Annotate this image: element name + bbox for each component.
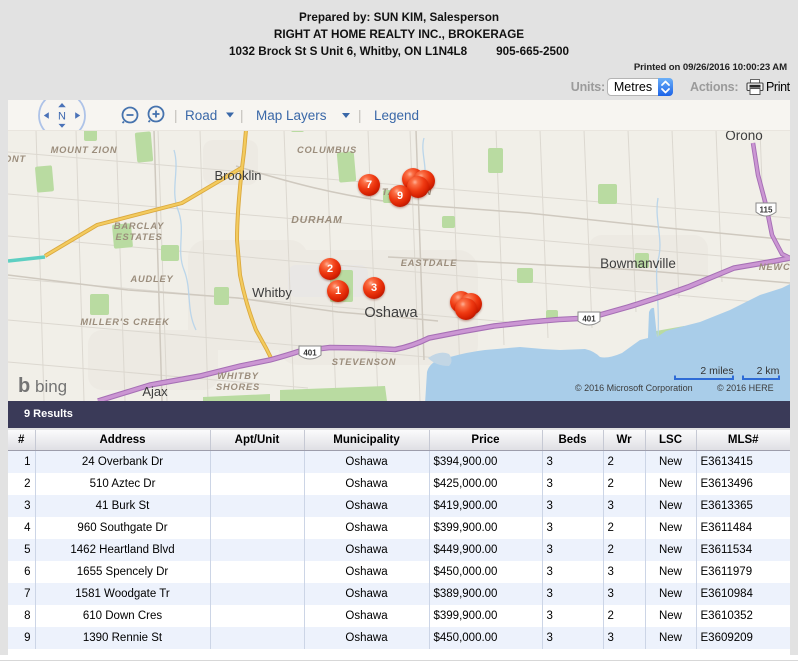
svg-text:115: 115 bbox=[760, 206, 773, 215]
svg-text:ONT: ONT bbox=[8, 154, 27, 164]
svg-text:COLUMBUS: COLUMBUS bbox=[297, 145, 357, 155]
svg-text:© 2016 HERE: © 2016 HERE bbox=[717, 383, 774, 393]
svg-text:Oshawa: Oshawa bbox=[364, 305, 418, 321]
svg-text:WHITBY: WHITBY bbox=[217, 371, 258, 381]
svg-text:Legend: Legend bbox=[374, 108, 419, 123]
svg-text:SHORES: SHORES bbox=[216, 382, 260, 392]
svg-text:2 miles: 2 miles bbox=[700, 365, 733, 377]
svg-text:© 2016 Microsoft Corporation: © 2016 Microsoft Corporation bbox=[575, 383, 693, 393]
svg-text:401: 401 bbox=[303, 349, 317, 358]
svg-text:|: | bbox=[174, 108, 178, 123]
svg-text:MOUNT ZION: MOUNT ZION bbox=[51, 145, 118, 155]
svg-text:EASTDALE: EASTDALE bbox=[401, 258, 458, 268]
svg-text:|: | bbox=[240, 108, 244, 123]
svg-text:|: | bbox=[358, 108, 362, 123]
svg-text:N: N bbox=[58, 111, 66, 123]
svg-text:2 km: 2 km bbox=[757, 365, 780, 377]
svg-text:Map Layers: Map Layers bbox=[256, 108, 327, 123]
svg-text:AUDLEY: AUDLEY bbox=[129, 274, 173, 284]
svg-text:NEWCAS: NEWCAS bbox=[759, 262, 790, 272]
svg-text:STEVENSON: STEVENSON bbox=[332, 357, 397, 367]
svg-text:b: b bbox=[18, 375, 30, 397]
svg-text:Whitby: Whitby bbox=[252, 285, 292, 300]
svg-text:Road: Road bbox=[185, 108, 217, 123]
svg-text:BARCLAY: BARCLAY bbox=[114, 221, 164, 231]
svg-text:401: 401 bbox=[582, 315, 596, 324]
svg-text:Bowmanville: Bowmanville bbox=[600, 256, 676, 271]
svg-text:ESTATES: ESTATES bbox=[115, 232, 162, 242]
svg-text:bing: bing bbox=[35, 377, 67, 396]
svg-text:DURHAM: DURHAM bbox=[291, 214, 342, 226]
svg-text:Ajax: Ajax bbox=[142, 384, 168, 399]
svg-text:Brooklin: Brooklin bbox=[215, 168, 262, 183]
svg-text:MILLER'S CREEK: MILLER'S CREEK bbox=[80, 317, 170, 327]
